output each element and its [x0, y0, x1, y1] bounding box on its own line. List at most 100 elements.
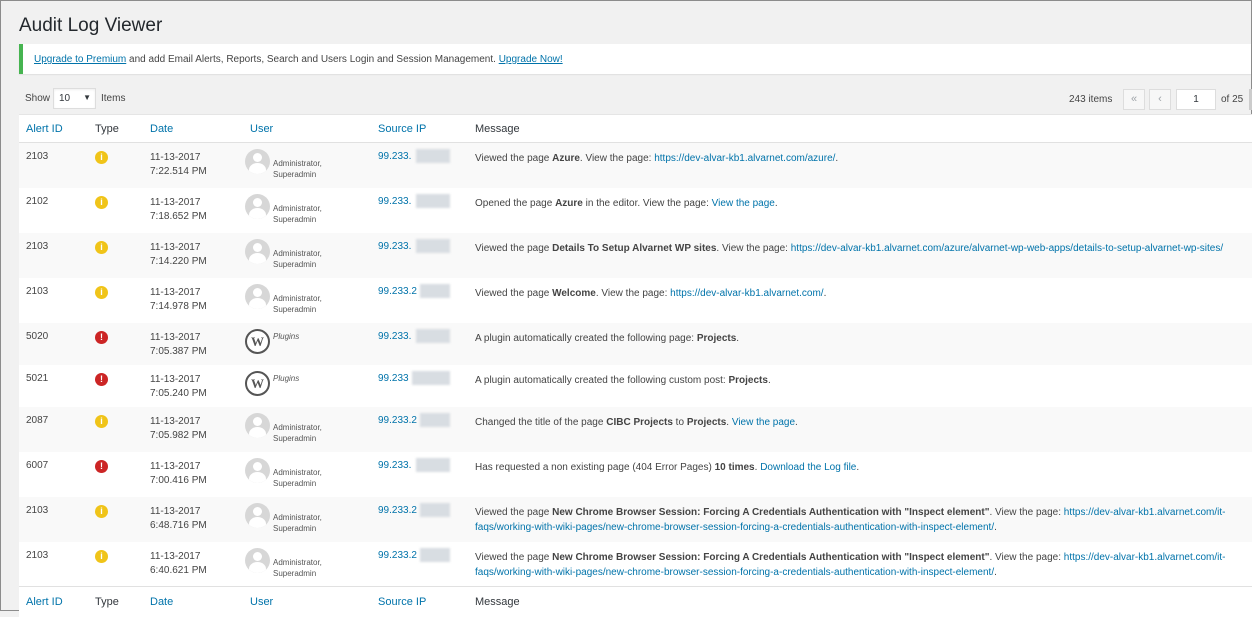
- source-ip-link[interactable]: 99.233.2: [378, 286, 417, 297]
- alert-date: 11-13-2017 7:05.982 PM: [150, 415, 207, 441]
- source-ip-link[interactable]: 99.233.2: [378, 550, 417, 561]
- footer-column-source-ip[interactable]: Source IP: [371, 586, 468, 617]
- avatar: [245, 149, 270, 174]
- alert-date: 11-13-2017 7:05.240 PM: [150, 373, 207, 399]
- table-row[interactable]: 6007! 11-13-2017 7:00.416 PM Administrator,…: [19, 452, 1252, 497]
- avatar: [245, 547, 270, 573]
- table-row[interactable]: 5020! 11-13-2017 7:05.387 PM W Plugins 99.233…: [19, 322, 1252, 365]
- alert-date: 11-13-2017 6:40.621 PM: [150, 550, 207, 576]
- critical-alert-icon: !: [95, 330, 108, 344]
- alert-message: A plugin automatically created the follo…: [475, 332, 740, 344]
- alert-id: 5021: [26, 372, 49, 384]
- page-title: Audit Log Viewer: [19, 15, 163, 36]
- upgrade-to-premium-link[interactable]: Upgrade to Premium: [34, 54, 126, 65]
- table-row[interactable]: 2103 i 11-13-2017 7:14.978 PM Administrator,…: [19, 278, 1252, 323]
- items-per-page-value: 10: [59, 93, 71, 104]
- user-name: Administrator, Superadmin: [273, 512, 322, 533]
- column-alert-id[interactable]: Alert ID: [19, 114, 88, 143]
- table-row[interactable]: 2103 i 11-13-2017 7:22.514 PM Administrator,…: [19, 142, 1252, 188]
- current-page-input[interactable]: 1: [1176, 89, 1216, 110]
- message-link[interactable]: View the page: [712, 198, 775, 209]
- alert-message: A plugin automatically created the follo…: [475, 374, 771, 386]
- source-ip-link[interactable]: 99.233.: [378, 196, 411, 207]
- table-header-row: Alert ID Type Date User Source IP Messag…: [19, 114, 1252, 143]
- alert-id: 2103: [26, 285, 49, 297]
- avatar: [245, 238, 270, 264]
- critical-alert-icon: !: [95, 459, 108, 473]
- redacted-ip: [420, 502, 450, 517]
- source-ip-link[interactable]: 99.233.: [378, 241, 411, 252]
- message-link[interactable]: https://dev-alvar-kb1.alvarnet.com/azure…: [791, 243, 1223, 254]
- alert-date: 11-13-2017 7:00.416 PM: [150, 460, 207, 486]
- source-ip-link[interactable]: 99.233.2: [378, 505, 417, 516]
- info-alert-icon: i: [95, 549, 108, 563]
- table-footer-row: Alert ID Type Date User Source IP Messag…: [19, 586, 1252, 617]
- avatar: [245, 412, 270, 438]
- notice-text: and add Email Alerts, Reports, Search an…: [126, 54, 499, 65]
- column-message: Message: [468, 114, 1252, 143]
- source-ip-link[interactable]: 99.233.: [378, 460, 411, 471]
- footer-column-type: Type: [88, 586, 143, 617]
- redacted-ip: [412, 370, 450, 385]
- audit-log-table: Alert ID Type Date User Source IP Messag…: [19, 114, 1252, 617]
- footer-column-message: Message: [468, 586, 1252, 617]
- redacted-ip: [420, 283, 450, 298]
- alert-date: 11-13-2017 7:05.387 PM: [150, 331, 207, 357]
- column-user[interactable]: User: [243, 114, 371, 143]
- footer-column-user[interactable]: User: [243, 586, 371, 617]
- chevron-down-icon: ▼: [83, 93, 91, 102]
- message-link[interactable]: View the page: [732, 417, 795, 428]
- alert-date: 11-13-2017 7:14.978 PM: [150, 286, 207, 312]
- redacted-ip: [416, 149, 450, 163]
- show-label: Show: [25, 93, 51, 104]
- info-alert-icon: i: [95, 195, 108, 209]
- redacted-ip: [416, 457, 450, 472]
- column-date[interactable]: Date: [143, 114, 243, 143]
- alert-date: 11-13-2017 7:18.652 PM: [150, 196, 207, 222]
- redacted-ip: [420, 547, 450, 562]
- user-name: Administrator, Superadmin: [273, 248, 322, 269]
- info-alert-icon: i: [95, 151, 108, 164]
- redacted-ip: [416, 238, 450, 253]
- user-name: Plugins: [273, 373, 300, 383]
- alert-message: Changed the title of the page CIBC Proje…: [475, 416, 798, 428]
- alert-id: 6007: [26, 459, 49, 471]
- upgrade-notice: Upgrade to Premium and add Email Alerts,…: [19, 44, 1251, 74]
- source-ip-link[interactable]: 99.233.: [378, 331, 411, 342]
- alert-id: 2103: [26, 240, 49, 252]
- table-row[interactable]: 5021! 11-13-2017 7:05.240 PM W Plugins 99.233…: [19, 365, 1252, 407]
- user-name: Plugins: [273, 331, 300, 341]
- info-alert-icon: i: [95, 285, 108, 299]
- table-row[interactable]: 2103 i 11-13-2017 6:40.621 PM Administrator,…: [19, 542, 1252, 587]
- footer-column-date[interactable]: Date: [143, 586, 243, 617]
- alert-id: 2087: [26, 414, 49, 426]
- first-page-button[interactable]: «: [1123, 89, 1145, 110]
- alert-message: Opened the page Azure in the editor. Vie…: [475, 197, 778, 209]
- table-body: 2103 i 11-13-2017 7:22.514 PM Administrator,…: [19, 142, 1252, 587]
- table-nav-top: Show 10 ▼ Items 243 items « ‹ 1 of 25: [19, 88, 1252, 112]
- table-row[interactable]: 2103 i 11-13-2017 7:14.220 PM Administrator,…: [19, 232, 1252, 278]
- alert-message: Viewed the page New Chrome Browser Sessi…: [475, 506, 1226, 533]
- table-row[interactable]: 2102 i 11-13-2017 7:18.652 PM Administrator,…: [19, 188, 1252, 233]
- column-type: Type: [88, 114, 143, 143]
- prev-page-button[interactable]: ‹: [1149, 89, 1171, 110]
- source-ip-link[interactable]: 99.233.: [378, 151, 411, 162]
- footer-column-alert-id[interactable]: Alert ID: [19, 586, 88, 617]
- alert-message: Viewed the page Details To Setup Alvarne…: [475, 242, 1224, 254]
- redacted-ip: [416, 193, 450, 208]
- message-link[interactable]: https://dev-alvar-kb1.alvarnet.com/azure…: [654, 153, 835, 164]
- info-alert-icon: i: [95, 504, 108, 518]
- table-row[interactable]: 2087 i 11-13-2017 7:05.982 PM Administrator,…: [19, 406, 1252, 452]
- user-name: Administrator, Superadmin: [273, 203, 322, 224]
- table-row[interactable]: 2103 i 11-13-2017 6:48.716 PM Administrator,…: [19, 496, 1252, 542]
- items-per-page-select[interactable]: 10 ▼: [53, 88, 96, 109]
- source-ip-link[interactable]: 99.233.2: [378, 415, 417, 426]
- message-link[interactable]: https://dev-alvar-kb1.alvarnet.com/: [670, 288, 823, 299]
- message-link[interactable]: Download the Log file: [760, 462, 856, 473]
- info-alert-icon: i: [95, 240, 108, 254]
- upgrade-now-link[interactable]: Upgrade Now!: [499, 54, 563, 65]
- user-name: Administrator, Superadmin: [273, 293, 322, 314]
- alert-id: 2103: [26, 504, 49, 516]
- column-source-ip[interactable]: Source IP: [371, 114, 468, 143]
- source-ip-link[interactable]: 99.233: [378, 373, 409, 384]
